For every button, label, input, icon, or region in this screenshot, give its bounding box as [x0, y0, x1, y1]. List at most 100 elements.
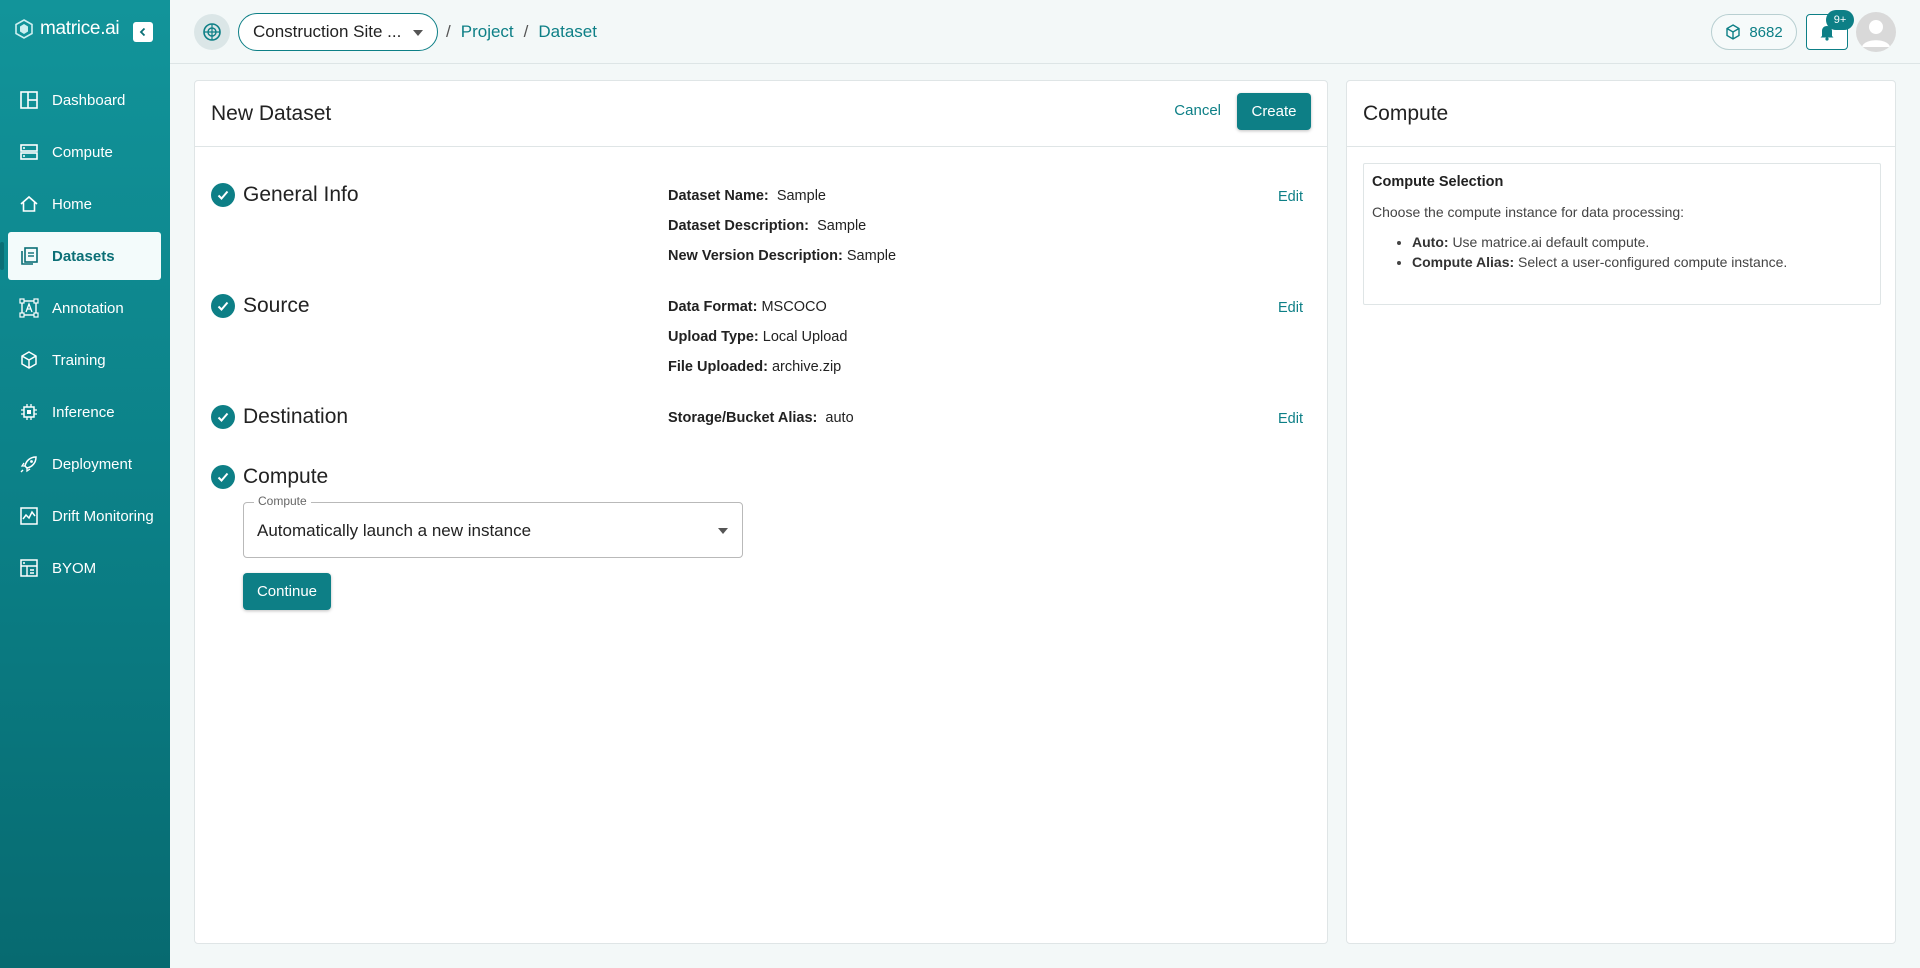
source-details: Data Format: MSCOCO Upload Type: Local U…	[668, 292, 847, 382]
model-icon	[18, 557, 40, 579]
step-destination: Destination	[211, 405, 348, 429]
detail-label: Dataset Name:	[668, 188, 769, 204]
chevron-left-icon	[139, 27, 146, 37]
detail-value: Sample	[776, 188, 826, 204]
help-item-text: Use matrice.ai default compute.	[1452, 234, 1650, 250]
credits-button[interactable]: 8682	[1711, 14, 1797, 50]
caret-down-icon	[413, 30, 423, 36]
edit-destination-button[interactable]: Edit	[1278, 411, 1303, 427]
detail-row: Storage/Bucket Alias: auto	[668, 403, 854, 433]
rocket-icon	[18, 453, 40, 475]
step-source: Source	[211, 294, 310, 318]
sidebar-item-label: Annotation	[52, 299, 124, 317]
sidebar-item-label: Deployment	[52, 455, 133, 473]
step-title: Source	[243, 294, 310, 317]
detail-row: New Version Description: Sample	[668, 241, 896, 271]
breadcrumb-separator: /	[446, 22, 451, 41]
detail-value: Sample	[817, 218, 867, 234]
project-network-icon	[203, 23, 221, 41]
sidebar-item-byom[interactable]: BYOM	[8, 544, 161, 592]
sidebar: matrice.ai Dashboard Compute Home Datase…	[0, 0, 170, 968]
sidebar-item-label: Training	[52, 351, 106, 369]
annotation-icon	[18, 297, 40, 319]
help-item-label: Auto:	[1412, 234, 1449, 250]
home-icon	[18, 193, 40, 215]
side-card-header: Compute	[1347, 81, 1895, 147]
step-title: General Info	[243, 183, 359, 206]
new-dataset-card: New Dataset Cancel Create General Info D…	[194, 80, 1328, 944]
project-logo[interactable]	[194, 14, 230, 50]
compute-select[interactable]: Compute Automatically launch a new insta…	[243, 494, 743, 558]
matrice-logo-icon	[15, 19, 33, 39]
help-list-item: Compute Alias: Select a user-configured …	[1412, 252, 1872, 272]
detail-label: Dataset Description:	[668, 218, 810, 234]
sidebar-item-drift-monitoring[interactable]: Drift Monitoring	[8, 492, 161, 540]
help-title: Compute Selection	[1372, 174, 1504, 190]
compute-select-value: Automatically launch a new instance	[257, 521, 532, 540]
card-header: New Dataset Cancel Create	[195, 81, 1327, 147]
cancel-button[interactable]: Cancel	[1174, 102, 1221, 119]
sidebar-item-annotation[interactable]: Annotation	[8, 284, 161, 332]
sidebar-item-label: BYOM	[52, 559, 97, 577]
sidebar-item-dashboard[interactable]: Dashboard	[8, 76, 161, 124]
detail-row: Data Format: MSCOCO	[668, 292, 847, 322]
side-card-title: Compute	[1363, 102, 1449, 125]
help-item-text: Select a user-configured compute instanc…	[1518, 254, 1788, 270]
credits-value: 8682	[1749, 23, 1783, 41]
check-icon	[211, 294, 235, 318]
check-icon	[211, 465, 235, 489]
dashboard-icon	[18, 89, 40, 111]
breadcrumb: / Project / Dataset	[446, 22, 597, 42]
cube-icon	[18, 349, 40, 371]
sidebar-item-label: Compute	[52, 143, 113, 161]
chart-icon	[18, 505, 40, 527]
page-title: New Dataset	[211, 102, 332, 125]
detail-label: New Version Description:	[668, 248, 843, 264]
sidebar-item-datasets[interactable]: Datasets	[0, 232, 161, 280]
user-avatar[interactable]	[1856, 12, 1896, 52]
continue-button[interactable]: Continue	[243, 573, 331, 610]
collapse-sidebar-button[interactable]	[133, 22, 153, 42]
detail-value: Local Upload	[762, 329, 848, 345]
sidebar-item-training[interactable]: Training	[8, 336, 161, 384]
detail-label: File Uploaded:	[668, 359, 768, 375]
sidebar-item-label: Home	[52, 195, 93, 213]
server-icon	[18, 141, 40, 163]
breadcrumb-separator: /	[523, 22, 529, 41]
general-info-details: Dataset Name: Sample Dataset Description…	[668, 181, 896, 271]
compute-help-box: Compute Selection Choose the compute ins…	[1363, 163, 1881, 305]
sidebar-item-label: Dashboard	[52, 91, 126, 109]
sidebar-item-deployment[interactable]: Deployment	[8, 440, 161, 488]
check-icon	[211, 405, 235, 429]
detail-row: Dataset Name: Sample	[668, 181, 896, 211]
detail-row: Dataset Description: Sample	[668, 211, 896, 241]
compute-select-label: Compute	[254, 494, 311, 508]
help-description: Choose the compute instance for data pro…	[1372, 204, 1685, 220]
project-select-value: Construction Site ...	[253, 22, 402, 41]
breadcrumb-project[interactable]: Project	[461, 22, 514, 42]
step-compute: Compute	[211, 465, 328, 489]
detail-label: Upload Type:	[668, 329, 759, 345]
sidebar-item-compute[interactable]: Compute	[8, 128, 161, 176]
brand-logo[interactable]: matrice.ai	[14, 18, 120, 40]
sidebar-item-home[interactable]: Home	[8, 180, 161, 228]
project-select[interactable]: Construction Site ...	[238, 13, 438, 51]
create-button[interactable]: Create	[1237, 93, 1311, 130]
detail-label: Data Format:	[668, 299, 758, 315]
breadcrumb-dataset[interactable]: Dataset	[538, 22, 597, 42]
detail-value: Sample	[846, 248, 897, 264]
user-icon	[1862, 20, 1890, 47]
help-item-label: Compute Alias:	[1412, 254, 1515, 270]
notification-badge: 9+	[1826, 10, 1854, 30]
help-list: Auto: Use matrice.ai default compute. Co…	[1372, 232, 1872, 272]
brand-name: matrice.ai	[40, 18, 120, 39]
help-list-item: Auto: Use matrice.ai default compute.	[1412, 232, 1872, 252]
step-general-info: General Info	[211, 183, 359, 207]
caret-down-icon	[718, 528, 728, 534]
sidebar-item-inference[interactable]: Inference	[8, 388, 161, 436]
edit-general-info-button[interactable]: Edit	[1278, 189, 1303, 205]
edit-source-button[interactable]: Edit	[1278, 300, 1303, 316]
sidebar-item-label: Inference	[52, 403, 115, 421]
destination-details: Storage/Bucket Alias: auto	[668, 403, 854, 433]
detail-value: archive.zip	[771, 359, 842, 375]
